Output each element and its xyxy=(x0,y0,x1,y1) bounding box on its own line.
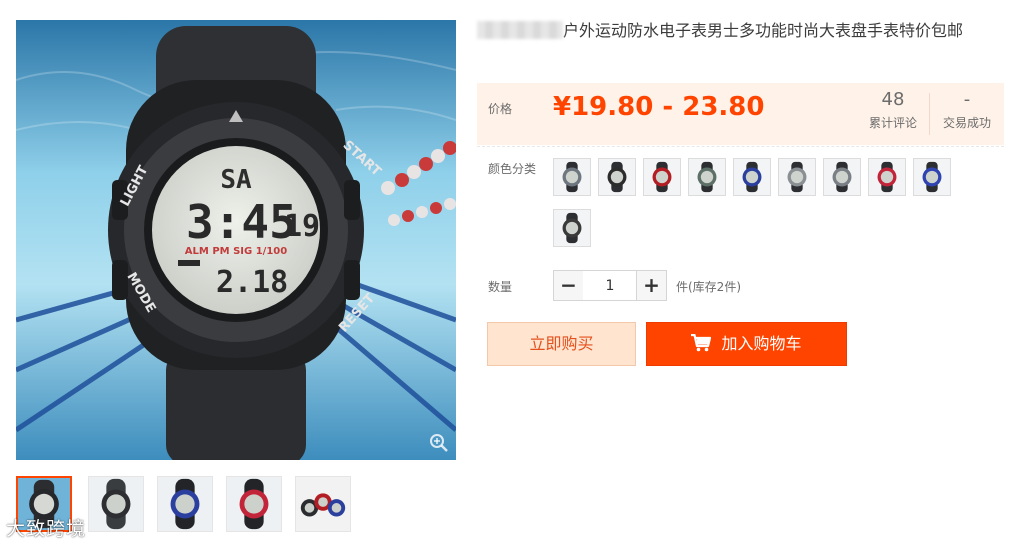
color-swatch-black-large[interactable] xyxy=(553,209,591,247)
watch-thumbnail-image xyxy=(296,477,350,531)
product-title-text: 户外运动防水电子表男士多功能时尚大表盘手表特价包邮 xyxy=(563,21,964,40)
color-swatch-green-grey[interactable] xyxy=(688,158,726,196)
stat-divider xyxy=(929,93,930,135)
watch-swatch-image xyxy=(644,159,680,195)
watch-thumbnail-image xyxy=(89,477,143,531)
watch-swatch-image xyxy=(554,159,590,195)
watch-swatch-image xyxy=(869,159,905,195)
watch-date-text: 2.18 xyxy=(216,265,288,300)
buy-now-button[interactable]: 立即购买 xyxy=(487,322,636,366)
product-title: 户外运动防水电子表男士多功能时尚大表盘手表特价包邮 xyxy=(477,19,1005,43)
color-swatch-blue-face[interactable] xyxy=(913,158,951,196)
watch-thumbnail-image xyxy=(227,477,281,531)
thumbnail-4[interactable] xyxy=(226,476,282,532)
quantity-label: 数量 xyxy=(488,280,513,294)
watch-swatch-image xyxy=(779,159,815,195)
quantity-input[interactable] xyxy=(583,270,637,301)
sales-count: - xyxy=(963,89,971,110)
price-value: ¥19.80 - 23.80 xyxy=(553,92,765,122)
watch-swatch-image xyxy=(914,159,950,195)
sales-label: 交易成功 xyxy=(942,116,991,130)
pool-background: LIGHT START MODE RESET SA 3:45 19 ALM PM… xyxy=(16,20,456,460)
add-to-cart-button[interactable]: 加入购物车 xyxy=(646,322,847,366)
blurred-brand-name xyxy=(477,21,563,39)
thumbnail-5[interactable] xyxy=(295,476,351,532)
main-product-image[interactable]: LIGHT START MODE RESET SA 3:45 19 ALM PM… xyxy=(16,20,456,460)
zoom-icon[interactable] xyxy=(428,432,450,454)
add-to-cart-label: 加入购物车 xyxy=(721,334,802,353)
watch-swatch-image xyxy=(734,159,770,195)
color-label: 颜色分类 xyxy=(488,162,537,176)
watch-swatch-image xyxy=(824,159,860,195)
reviews-stat[interactable]: 48 累计评论 xyxy=(861,89,925,131)
watch-seconds-text: 19 xyxy=(284,209,320,244)
watch-indicators-text: ALM PM SIG 1/100 xyxy=(185,246,287,257)
color-swatch-blue-band[interactable] xyxy=(733,158,771,196)
watermark-text: 大致跨境 xyxy=(6,518,87,540)
watch-swatch-image xyxy=(554,210,590,246)
price-panel: 价格 ¥19.80 - 23.80 48 累计评论 - 交易成功 xyxy=(477,83,1004,145)
watch-swatch-image xyxy=(689,159,725,195)
color-swatch-white-face[interactable] xyxy=(778,158,816,196)
stock-info: 件(库存2件) xyxy=(676,280,741,294)
cart-icon xyxy=(691,334,712,352)
section-divider xyxy=(477,146,1004,147)
color-swatch-red-face[interactable] xyxy=(868,158,906,196)
watch-time-text: 3:45 xyxy=(186,195,297,249)
color-swatch-black[interactable] xyxy=(598,158,636,196)
reviews-count: 48 xyxy=(881,89,905,110)
watch-day-text: SA xyxy=(220,165,252,195)
watch-thumbnail-image xyxy=(158,477,212,531)
watch-swatch-image xyxy=(599,159,635,195)
thumbnail-3[interactable] xyxy=(157,476,213,532)
thumbnail-2[interactable] xyxy=(88,476,144,532)
reviews-label: 累计评论 xyxy=(868,116,917,130)
color-swatch-black-grey[interactable] xyxy=(553,158,591,196)
quantity-decrease-button[interactable]: − xyxy=(553,270,584,301)
color-swatch-grey-small[interactable] xyxy=(823,158,861,196)
quantity-increase-button[interactable]: + xyxy=(636,270,667,301)
sales-stat: - 交易成功 xyxy=(932,89,1002,131)
price-label: 价格 xyxy=(488,102,513,116)
color-swatch-red[interactable] xyxy=(643,158,681,196)
